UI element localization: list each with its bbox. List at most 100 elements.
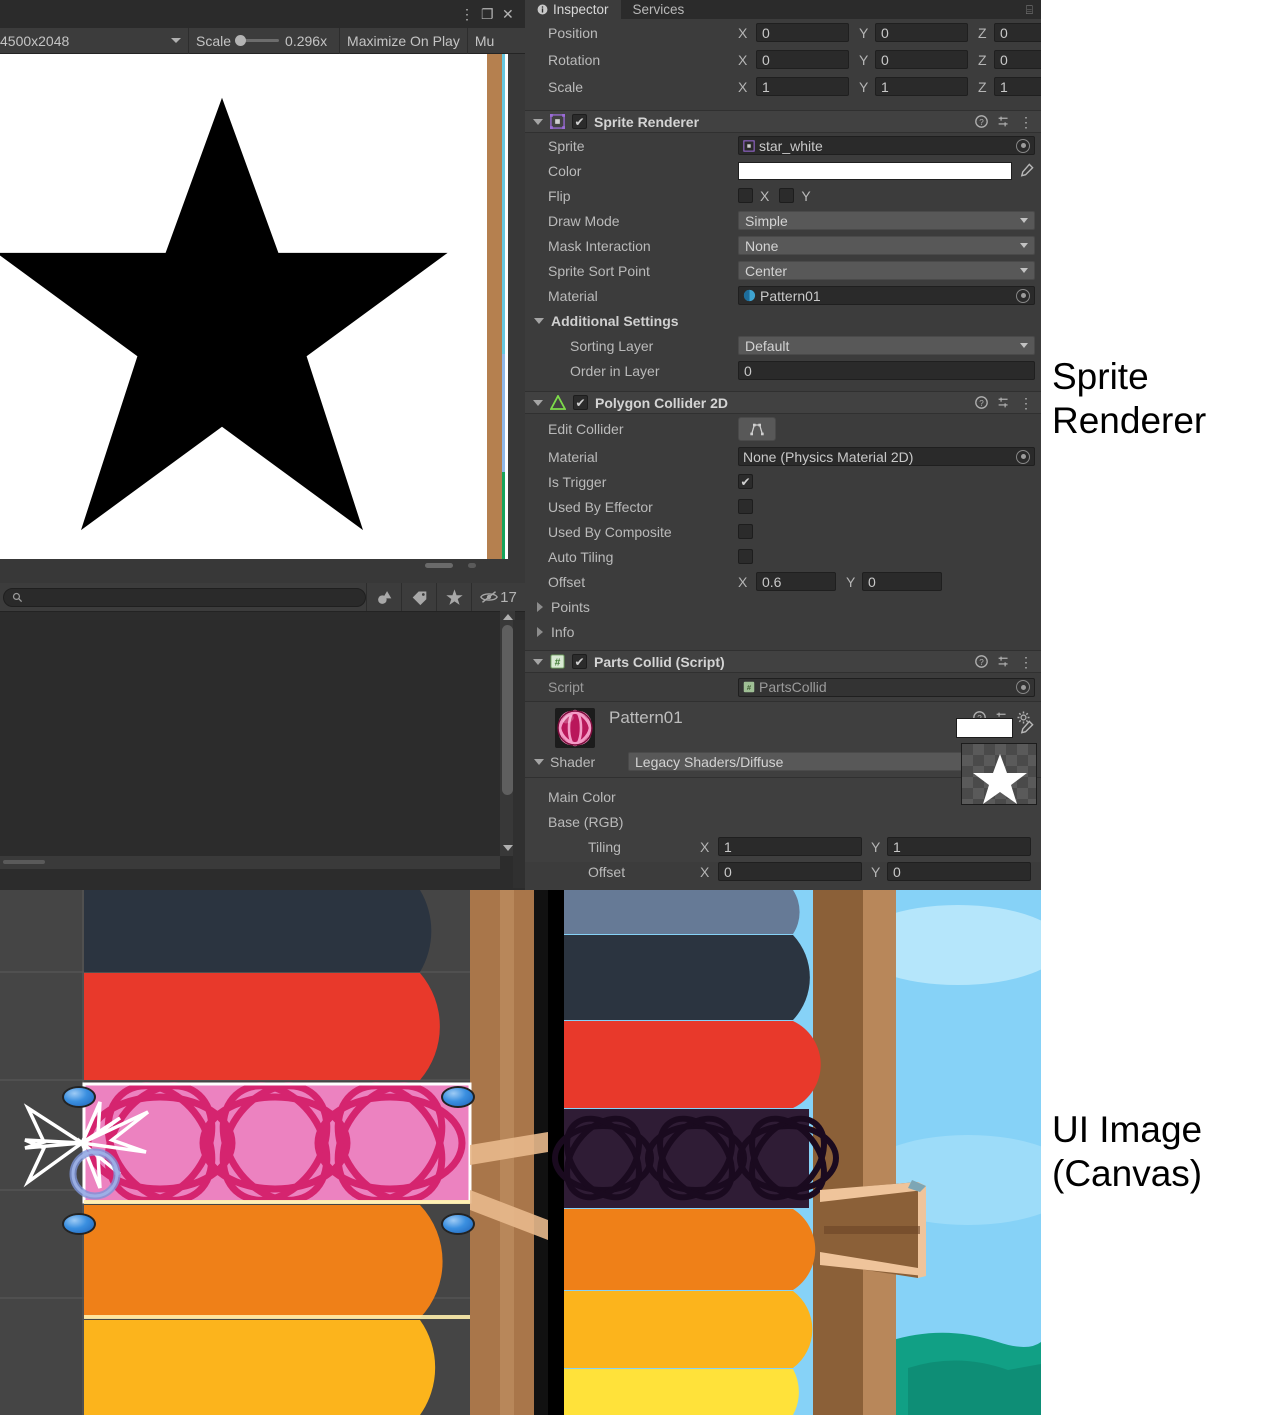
scale-z-field[interactable]: 1: [994, 77, 1041, 96]
scene-view-image[interactable]: [0, 890, 548, 1415]
menu-icon[interactable]: ⋮: [1019, 115, 1033, 129]
additional-settings-triangle-icon[interactable]: [534, 317, 544, 324]
gizmo-handle-top-left[interactable]: [62, 1086, 96, 1108]
edit-collider-button[interactable]: [738, 417, 776, 441]
parts-collid-header[interactable]: # ✔ Parts Collid (Script) ? ⋮: [525, 650, 1041, 673]
sprite-sort-point-dropdown[interactable]: Center: [738, 261, 1035, 280]
is-trigger-checkbox[interactable]: ✔: [738, 474, 753, 489]
sprite-label: Sprite: [548, 137, 585, 154]
sprite-renderer-enabled-checkbox[interactable]: ✔: [572, 114, 587, 129]
tab-services[interactable]: Services: [621, 0, 697, 19]
star-texture-preview[interactable]: [961, 743, 1037, 805]
project-toolbar: 17: [0, 583, 525, 611]
color-swatch[interactable]: [738, 161, 1012, 180]
eyedropper-icon[interactable]: [1019, 163, 1034, 178]
pc-material-picker-icon[interactable]: [1016, 449, 1030, 464]
preset-icon[interactable]: [997, 115, 1010, 128]
project-horizontal-scrollbar[interactable]: [0, 856, 500, 869]
collapse-triangle-icon[interactable]: [533, 118, 543, 125]
used-by-effector-checkbox[interactable]: [738, 499, 753, 514]
used-by-composite-checkbox[interactable]: [738, 524, 753, 539]
flip-x-checkbox[interactable]: [738, 188, 753, 203]
info-triangle-icon[interactable]: [537, 626, 543, 637]
scale-slider-track[interactable]: [235, 35, 280, 46]
project-content-area[interactable]: [0, 611, 525, 890]
pc-offset-x-field[interactable]: 0.6: [756, 572, 836, 591]
main-color-eyedropper-icon[interactable]: [1019, 720, 1034, 735]
game-view-vertical-scrollbar[interactable]: [508, 54, 525, 559]
sprite-renderer-header[interactable]: ✔ Sprite Renderer ? ⋮: [525, 110, 1041, 133]
scroll-up-arrow-icon[interactable]: [503, 614, 513, 620]
pc-material-object-field[interactable]: None (Physics Material 2D): [738, 447, 1035, 466]
pc-offset-y-field[interactable]: 0: [862, 572, 942, 591]
sprite-picker-icon[interactable]: [1016, 138, 1030, 153]
favorite-star-icon[interactable]: [436, 583, 471, 611]
menu-icon[interactable]: ⋮: [1019, 396, 1033, 410]
hidden-objects-toggle[interactable]: 17: [471, 583, 525, 611]
sorting-layer-dropdown[interactable]: Default: [738, 336, 1035, 355]
menu-icon[interactable]: ⋮: [1019, 655, 1033, 669]
hscroll-thumb[interactable]: [425, 563, 453, 568]
shader-dropdown[interactable]: Legacy Shaders/Diffuse: [628, 752, 1014, 771]
help-icon[interactable]: ?: [975, 396, 988, 409]
scale-x-field[interactable]: 1: [756, 77, 849, 96]
sr-material-picker-icon[interactable]: [1016, 288, 1030, 303]
info-foldout[interactable]: Info: [525, 619, 1041, 644]
sr-material-object-field[interactable]: Pattern01: [738, 286, 1035, 305]
tab-inspector[interactable]: Inspector: [525, 0, 621, 19]
game-view-horizontal-scrollbar[interactable]: [0, 559, 508, 573]
game-view-canvas[interactable]: [0, 54, 508, 559]
rotation-z-field[interactable]: 0: [994, 50, 1041, 69]
flip-y-checkbox[interactable]: [779, 188, 795, 203]
collapse-triangle-icon[interactable]: [533, 658, 543, 665]
scale-y-field[interactable]: 1: [875, 77, 968, 96]
scale-slider-knob[interactable]: [235, 35, 247, 46]
material-offset-x-field[interactable]: 0: [718, 862, 862, 881]
search-input[interactable]: [3, 587, 366, 607]
close-icon[interactable]: ✕: [502, 7, 514, 21]
preset-icon[interactable]: [997, 655, 1010, 668]
maximize-icon[interactable]: ❐: [481, 7, 494, 21]
collapse-triangle-icon[interactable]: [533, 399, 543, 406]
inspector-lock-icon[interactable]: ⌸: [1026, 3, 1033, 18]
position-x-field[interactable]: 0: [756, 23, 849, 42]
position-z-field[interactable]: 0: [994, 23, 1041, 42]
scroll-down-arrow-icon[interactable]: [503, 845, 513, 851]
order-in-layer-field[interactable]: 0: [738, 361, 1035, 380]
gizmo-handle-bottom-left[interactable]: [62, 1213, 96, 1235]
game-render-image[interactable]: [548, 890, 1041, 1415]
help-icon[interactable]: ?: [975, 655, 988, 668]
label-filter-icon[interactable]: [401, 583, 436, 611]
scale-slider[interactable]: Scale 0.296x: [189, 27, 341, 54]
help-icon[interactable]: ?: [975, 115, 988, 128]
points-foldout[interactable]: Points: [525, 594, 1041, 619]
rotation-x-field[interactable]: 0: [756, 50, 849, 69]
gizmo-handle-bottom-right[interactable]: [441, 1213, 475, 1235]
project-scroll-thumb[interactable]: [502, 625, 513, 795]
points-triangle-icon[interactable]: [537, 601, 543, 612]
material-tiling-y-field[interactable]: 1: [887, 837, 1031, 856]
polygon-collider-enabled-checkbox[interactable]: ✔: [573, 395, 588, 410]
object-filter-icon[interactable]: [366, 583, 401, 611]
mask-interaction-dropdown[interactable]: None: [738, 236, 1035, 255]
material-collapse-triangle-icon[interactable]: [534, 758, 544, 765]
main-color-swatch[interactable]: [956, 718, 1013, 738]
polygon-collider-header[interactable]: ✔ Polygon Collider 2D ? ⋮: [525, 391, 1041, 414]
panel-menu-icon[interactable]: ⋮: [460, 7, 474, 21]
auto-tiling-checkbox[interactable]: [738, 549, 753, 564]
gizmo-handle-top-right[interactable]: [441, 1086, 475, 1108]
rotation-y-field[interactable]: 0: [875, 50, 968, 69]
material-asset-icon: [743, 289, 756, 302]
material-tiling-x-field[interactable]: 1: [718, 837, 862, 856]
position-y-field[interactable]: 0: [875, 23, 968, 42]
additional-settings-row[interactable]: Additional Settings: [525, 308, 1041, 333]
sprite-object-field[interactable]: star_white: [738, 136, 1035, 155]
parts-collid-enabled-checkbox[interactable]: ✔: [572, 654, 587, 669]
material-offset-y-field[interactable]: 0: [887, 862, 1031, 881]
project-hscroll-thumb[interactable]: [3, 860, 45, 864]
mute-audio-button[interactable]: Mu: [468, 28, 501, 54]
maximize-on-play-button[interactable]: Maximize On Play: [340, 27, 468, 54]
resolution-dropdown[interactable]: 4500x2048: [0, 27, 189, 54]
draw-mode-dropdown[interactable]: Simple: [738, 211, 1035, 230]
preset-icon[interactable]: [997, 396, 1010, 409]
